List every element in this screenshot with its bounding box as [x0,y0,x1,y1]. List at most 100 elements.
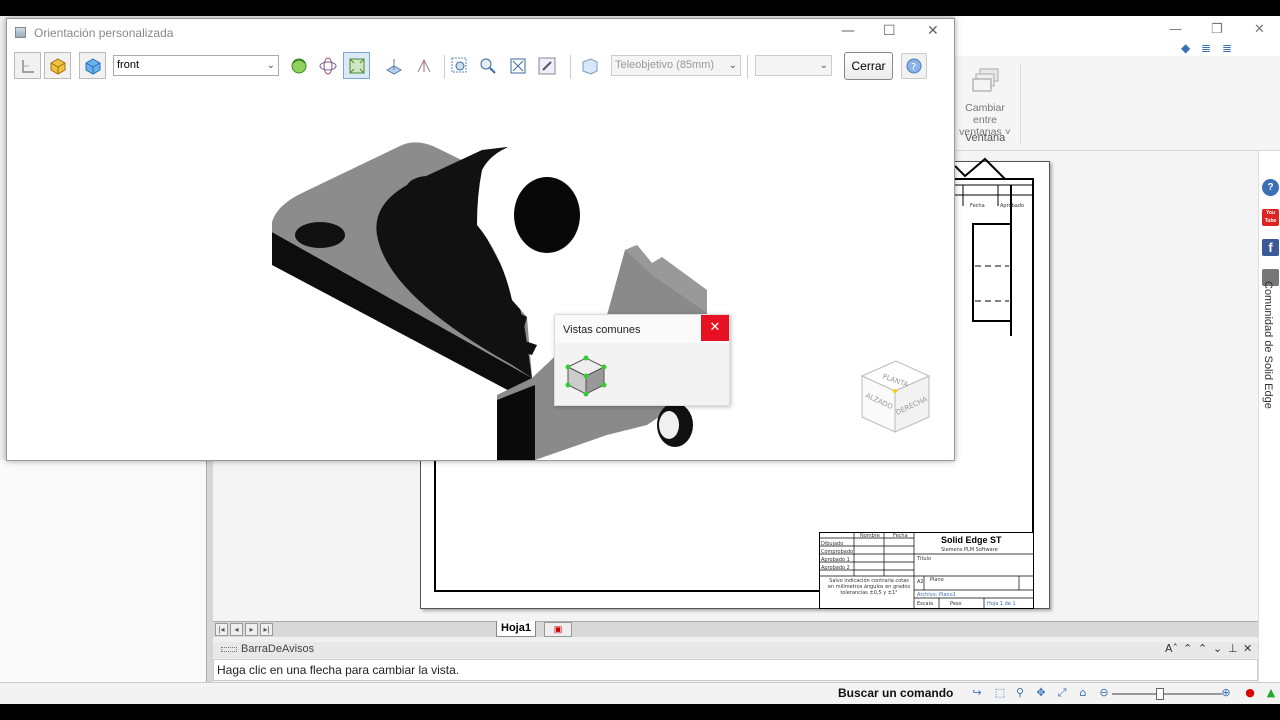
tb-row-aprobado2: Aprobado 2 [821,565,850,571]
dialog-minimize-icon[interactable]: — [841,23,855,39]
tb-col-nombre: Nombre [860,533,880,539]
tb-row-aprobado1: Aprobado 1 [821,557,850,563]
help-icon[interactable]: ? [1262,179,1279,196]
tab-hoja1[interactable]: Hoja1 [496,621,536,637]
close-icon[interactable]: ✕ [1254,22,1265,37]
shade-icon[interactable] [380,52,407,79]
zoom-slider[interactable] [1112,693,1222,695]
axis-icon[interactable] [410,52,437,79]
next-sheet-icon[interactable]: ▸ [245,623,258,636]
dialog-titlebar: Orientación personalizada — ☐ ✕ [7,19,954,47]
font-size-icon[interactable]: Aˆ [1165,642,1178,655]
pan-icon[interactable]: ✥ [1034,686,1048,700]
add-sheet-icon[interactable]: ▣ [544,622,572,637]
3d-viewport[interactable]: PLANTA ALZADO DERECHA Vistas comunes ✕ [7,85,954,460]
arrow-down-icon[interactable]: ⌄ [1213,642,1222,655]
toolbar-separator-2 [570,55,571,79]
ribbon-separator [1020,64,1021,144]
dialog-maximize-icon[interactable]: ☐ [883,23,896,39]
lens-select[interactable]: Teleobjetivo (85mm) ⌄ [611,55,741,76]
dialog-title: Orientación personalizada [34,26,174,40]
part-model: PLANTA ALZADO DERECHA [272,140,931,460]
grip-icon[interactable] [221,647,237,652]
tb-note: Salvo indicación contraria cotas en milí… [827,578,911,596]
tb-peso: Peso [950,601,962,607]
switch-windows-label: Cambiar entre [965,102,1005,126]
record-icon[interactable]: ● [1243,686,1257,700]
tb-titulo: Título [917,556,932,562]
first-sheet-icon[interactable]: |◂ [215,623,228,636]
notices-title: BarraDeAvisos [241,643,315,655]
view-plane-icon[interactable] [14,52,41,79]
close-notices-icon[interactable]: ✕ [1243,642,1252,655]
dialog-close-icon[interactable]: ✕ [927,23,939,39]
perspective-icon[interactable] [576,52,603,79]
spin-icon[interactable] [314,52,341,79]
ribbon-option-icon[interactable]: ◆ [1181,41,1190,55]
custom-orientation-dialog: Orientación personalizada — ☐ ✕ front ⌄ [6,18,955,461]
cube-view-icon[interactable] [79,52,106,79]
rotate-icon[interactable] [285,52,312,79]
sheet-header-fecha: Fecha [970,203,985,209]
restore-icon[interactable]: ❐ [1211,22,1223,37]
dialog-toolbar: front ⌄ Teleobjetivo (85mm) ⌄ ⌄ Cerrar ? [7,49,954,83]
view-icon[interactable]: ⌂ [1076,686,1090,700]
toolbar-separator-3 [747,55,748,79]
chevron-down-icon: ⌄ [728,60,737,71]
svg-text:?: ? [911,62,916,73]
tb-plano: Plano [930,577,944,583]
zoom-slider-thumb[interactable] [1156,688,1164,700]
tb-company: Solid Edge ST [941,535,1002,545]
close-button[interactable]: Cerrar [844,52,893,80]
search-command[interactable]: Buscar un comando [838,686,953,700]
part-view-icon[interactable] [44,52,71,79]
notices-bar: BarraDeAvisos Aˆ ⌃ ⌃ ⌄ ⊥ ✕ [213,642,1258,658]
upload-icon[interactable]: ▲ [1264,686,1278,700]
tb-hoja: Hoja 1 de 1 [987,601,1016,607]
tb-archivo: Archivo: Plano1 [917,592,956,598]
collapse-up-icon[interactable]: ⌃ [1183,642,1192,655]
screen: — ❐ ✕ ◆ ≣ ≣ Cambiar entre ventanas ˅ Ven… [0,16,1280,704]
zoom-icon[interactable] [474,52,501,79]
pan-icon[interactable] [533,52,560,79]
common-views-popup: Vistas comunes ✕ [554,314,730,406]
arrow-up-icon[interactable]: ⌃ [1198,642,1207,655]
zoom-icon[interactable]: ⚲ [1013,686,1027,700]
frame-view-icon[interactable] [343,52,370,79]
last-sheet-icon[interactable]: ▸| [260,623,273,636]
fit-icon[interactable]: ⤢ [1055,686,1069,700]
pin-icon[interactable]: ⊥ [1228,642,1238,655]
tb-subtitle: Siemens PLM Software [941,547,998,553]
ribbon-list-icon[interactable]: ≣ [1201,41,1211,55]
secondary-select[interactable]: ⌄ [755,55,832,76]
popup-header: Vistas comunes ✕ [555,315,729,343]
tb-row-dibujado: Dibujado [821,541,844,547]
zoom-window-icon[interactable] [446,52,473,79]
pane-splitter[interactable] [206,460,213,684]
sheet-partial-view [955,157,1034,336]
left-pane [0,460,208,684]
fit-icon[interactable] [504,52,531,79]
common-views-cube-icon[interactable] [563,351,609,397]
facebook-icon[interactable]: f [1262,239,1279,256]
lens-select-value: Teleobjetivo (85mm) [615,59,715,71]
zoom-area-icon[interactable]: ⬚ [993,686,1007,700]
sheet-tabs: |◂ ◂ ▸ ▸| Hoja1 ▣ [213,621,1258,637]
bottom-border [0,704,1280,720]
youtube-icon[interactable]: You Tube [1262,209,1279,226]
community-label[interactable]: Comunidad de Solid Edge [1262,281,1274,409]
view-cube[interactable]: PLANTA ALZADO DERECHA [860,360,931,433]
zoom-out-icon[interactable]: ⊖ [1097,686,1111,700]
view-select[interactable]: front ⌄ [113,55,279,76]
ribbon-group-label: Ventana [964,132,1006,144]
prev-sheet-icon[interactable]: ◂ [230,623,243,636]
zoom-in-icon[interactable]: ⊕ [1219,686,1233,700]
ribbon-list2-icon[interactable]: ≣ [1222,41,1232,55]
switch-windows-icon[interactable] [972,68,1000,94]
popup-close-icon[interactable]: ✕ [701,315,729,341]
help-button[interactable]: ? [901,53,927,79]
chevron-down-icon: ⌄ [266,60,275,71]
share-icon[interactable]: ↪ [970,686,984,700]
minimize-icon[interactable]: — [1169,22,1182,37]
toolbar-separator [444,55,445,79]
